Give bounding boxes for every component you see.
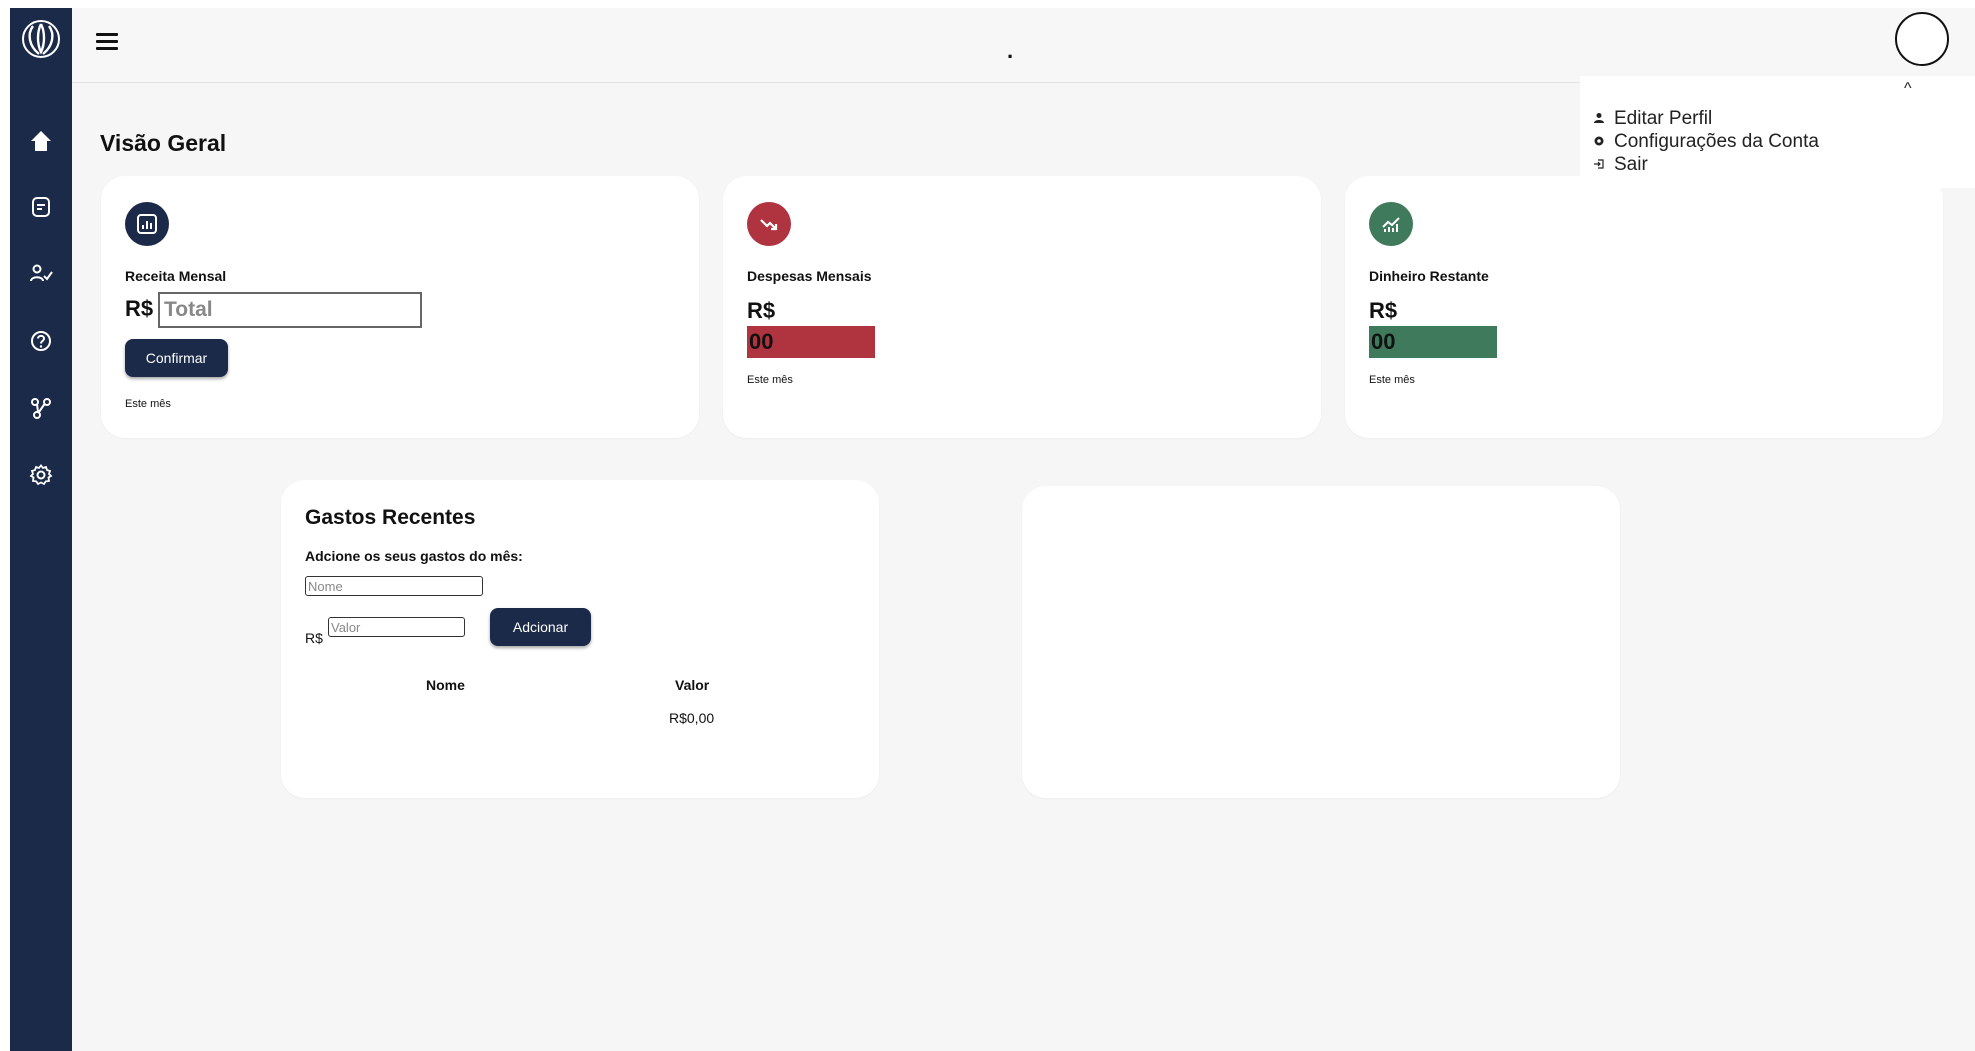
hamburger-menu-icon[interactable]	[96, 30, 122, 56]
user-check-icon[interactable]	[26, 259, 56, 289]
column-header-name: Nome	[426, 677, 465, 693]
card-label: Receita Mensal	[125, 268, 227, 284]
confirm-button[interactable]: Confirmar	[125, 339, 228, 377]
trend-down-icon	[747, 202, 791, 246]
menu-item-label: Sair	[1614, 154, 1648, 175]
menu-item-label: Configurações da Conta	[1614, 131, 1819, 152]
section-subtitle: Adcione os seus gastos do mês:	[305, 548, 523, 564]
chart-growth-icon	[1369, 202, 1413, 246]
expense-value-input[interactable]	[328, 617, 465, 637]
bar-chart-icon	[125, 202, 169, 246]
section-title: Gastos Recentes	[305, 506, 476, 529]
card-label: Despesas Mensais	[747, 268, 872, 284]
logout-icon	[1592, 157, 1606, 173]
header-center-text: .	[1007, 38, 1014, 63]
user-dropdown-menu: ^ Editar Perfil Configurações da Conta S…	[1580, 76, 1975, 188]
expense-name-input[interactable]	[305, 576, 483, 596]
currency-symbol: R$	[305, 630, 323, 646]
menu-item-edit-profile[interactable]: Editar Perfil	[1592, 108, 1712, 130]
card-note: Este mês	[747, 374, 793, 386]
currency-symbol: R$	[1369, 298, 1398, 323]
expenses-value: 00	[747, 326, 875, 358]
network-icon[interactable]	[26, 393, 56, 423]
card-label: Dinheiro Restante	[1369, 268, 1489, 284]
page-title: Visão Geral	[100, 130, 227, 156]
card-note: Este mês	[1369, 374, 1415, 386]
menu-item-logout[interactable]: Sair	[1592, 154, 1648, 176]
document-icon[interactable]	[26, 192, 56, 222]
empty-panel	[1022, 486, 1620, 798]
gear-icon	[1592, 134, 1606, 150]
avatar[interactable]	[1895, 12, 1949, 66]
sidebar	[10, 8, 72, 1051]
expenses-card: Despesas Mensais R$ 00 Este mês	[723, 176, 1321, 438]
card-note: Este mês	[125, 398, 171, 410]
top-bar: .	[72, 8, 1975, 83]
currency-symbol: R$	[125, 296, 154, 321]
menu-item-label: Editar Perfil	[1614, 108, 1713, 129]
app-root: . ^ Editar Perfil Configurações da Conta…	[0, 0, 1975, 1051]
add-expense-button[interactable]: Adcionar	[490, 608, 591, 646]
help-icon[interactable]	[26, 326, 56, 356]
remaining-money-card: Dinheiro Restante R$ 00 Este mês	[1345, 176, 1943, 438]
total-revenue-input[interactable]	[158, 292, 422, 328]
column-header-value: Valor	[675, 677, 710, 693]
chevron-up-icon[interactable]: ^	[1904, 80, 1912, 98]
person-icon	[1592, 111, 1606, 127]
total-value: R$0,00	[669, 710, 715, 726]
currency-symbol: R$	[747, 298, 776, 323]
settings-icon[interactable]	[26, 460, 56, 490]
logo[interactable]	[18, 12, 64, 66]
home-icon[interactable]	[26, 126, 56, 156]
remaining-value: 00	[1369, 326, 1497, 358]
menu-item-account-settings[interactable]: Configurações da Conta	[1592, 131, 1819, 153]
